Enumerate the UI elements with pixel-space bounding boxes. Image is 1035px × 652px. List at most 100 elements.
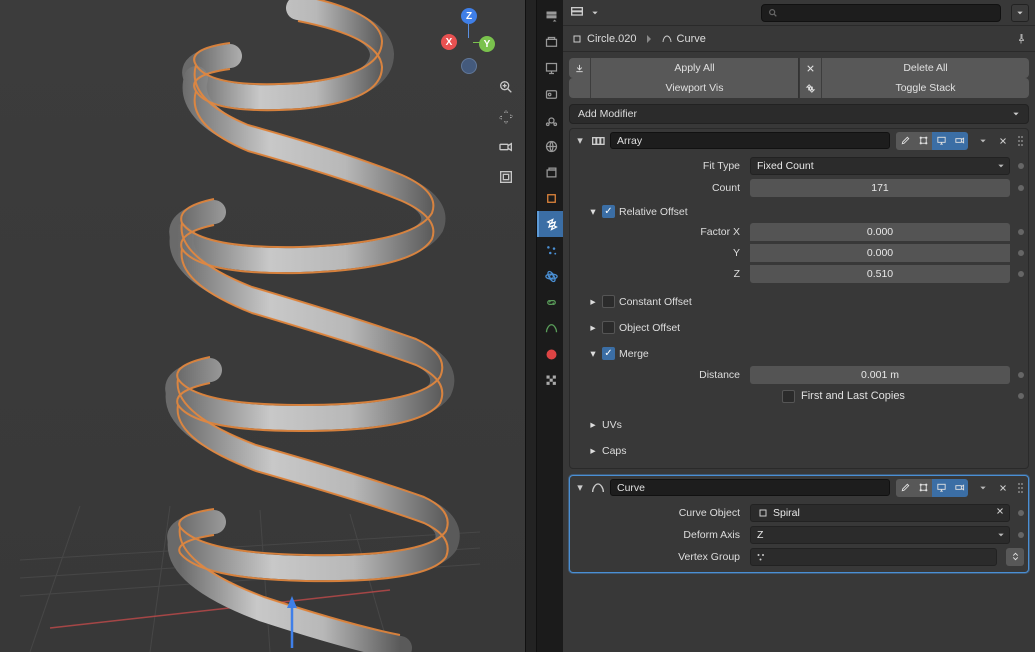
- curve-object-field[interactable]: Spiral: [750, 504, 1010, 522]
- tab-collection[interactable]: [537, 159, 563, 185]
- options-dropdown[interactable]: [1011, 4, 1029, 22]
- add-modifier-dropdown[interactable]: Add Modifier: [569, 104, 1029, 124]
- zoom-icon[interactable]: [495, 76, 517, 98]
- curve-delete-button[interactable]: [996, 479, 1010, 497]
- curve-toggle-editmode[interactable]: [914, 479, 932, 497]
- pin-icon[interactable]: [1015, 33, 1027, 45]
- perspective-toggle-icon[interactable]: [495, 166, 517, 188]
- array-toggle-edit-cage[interactable]: [896, 132, 914, 150]
- factor-z-label: Z: [598, 268, 744, 280]
- anim-dot[interactable]: [1018, 185, 1024, 191]
- delete-all-button[interactable]: Delete All: [800, 58, 1029, 78]
- tab-output[interactable]: [537, 55, 563, 81]
- array-toggle-editmode[interactable]: [914, 132, 932, 150]
- distance-field[interactable]: 0.001 m: [750, 366, 1010, 384]
- deform-axis-dropdown[interactable]: Z: [750, 526, 1010, 544]
- count-label: Count: [574, 182, 744, 194]
- anim-dot[interactable]: [1018, 532, 1024, 538]
- caps-header[interactable]: ▸Caps: [588, 441, 1024, 460]
- properties-editor-icon[interactable]: [569, 5, 585, 21]
- factor-x-field[interactable]: 0.000: [750, 223, 1010, 241]
- tab-modifiers[interactable]: [537, 211, 563, 237]
- curve-object-icon: [757, 507, 769, 519]
- first-last-label: First and Last Copies: [801, 390, 905, 402]
- gizmo-axis-y[interactable]: Y: [479, 36, 495, 52]
- pan-icon[interactable]: [495, 106, 517, 128]
- relative-offset-header[interactable]: ▾ Relative Offset: [588, 202, 1024, 221]
- curve-toggle-edit-cage[interactable]: [896, 479, 914, 497]
- fit-type-dropdown[interactable]: Fixed Count: [750, 157, 1010, 175]
- relative-offset-checkbox[interactable]: [602, 205, 615, 218]
- apply-all-button[interactable]: Apply All: [569, 58, 799, 78]
- viewport-vis-button[interactable]: Viewport Vis: [569, 78, 799, 98]
- vertex-group-label: Vertex Group: [574, 551, 744, 563]
- editor-type-chevron-icon[interactable]: [591, 7, 599, 19]
- curve-extras-dropdown[interactable]: [976, 479, 990, 497]
- anim-dot[interactable]: [1018, 271, 1024, 277]
- tab-viewlayer[interactable]: [537, 81, 563, 107]
- anim-dot[interactable]: [1018, 510, 1024, 516]
- editor-type-dropdown-icon[interactable]: [537, 3, 563, 29]
- merge-checkbox[interactable]: [602, 347, 615, 360]
- object-offset-header[interactable]: ▸ Object Offset: [588, 318, 1024, 337]
- tab-particles[interactable]: [537, 237, 563, 263]
- anim-dot[interactable]: [1018, 393, 1024, 399]
- array-delete-button[interactable]: [996, 132, 1010, 150]
- curve-data-icon: [661, 33, 673, 45]
- array-disclose[interactable]: ▾: [574, 134, 586, 147]
- breadcrumb-data: Curve: [677, 33, 706, 45]
- vertex-group-invert[interactable]: [1006, 548, 1024, 566]
- curve-toggle-render[interactable]: [950, 479, 968, 497]
- viewport-canvas: [0, 0, 525, 652]
- merge-header[interactable]: ▾ Merge: [588, 344, 1024, 363]
- tab-scene[interactable]: [537, 107, 563, 133]
- array-name-input[interactable]: [610, 132, 890, 149]
- modifier-array: ▾ Fit Type Fixed Count Count 171: [569, 128, 1029, 469]
- tab-texture[interactable]: [537, 367, 563, 393]
- tab-data[interactable]: [537, 315, 563, 341]
- clear-curve-object[interactable]: [995, 506, 1005, 519]
- constant-offset-header[interactable]: ▸ Constant Offset: [588, 292, 1024, 311]
- gizmo-axis-neg-z[interactable]: [461, 58, 477, 74]
- gizmo-axis-x[interactable]: X: [441, 34, 457, 50]
- array-drag-handle[interactable]: [1014, 136, 1024, 146]
- factor-y-field[interactable]: 0.000: [750, 244, 1010, 262]
- gizmo-axis-z[interactable]: Z: [461, 8, 477, 24]
- anim-dot[interactable]: [1018, 163, 1024, 169]
- curve-object-label: Curve Object: [574, 507, 744, 519]
- tab-object[interactable]: [537, 185, 563, 211]
- factor-y-label: Y: [598, 247, 744, 259]
- viewport-3d[interactable]: Z X Y: [0, 0, 525, 652]
- object-offset-checkbox[interactable]: [602, 321, 615, 334]
- curve-name-input[interactable]: [610, 479, 890, 496]
- factor-z-field[interactable]: 0.510: [750, 265, 1010, 283]
- area-divider[interactable]: [525, 0, 537, 652]
- array-toggle-realtime[interactable]: [932, 132, 950, 150]
- modifier-curve: ▾ Curve Object Spiral: [569, 475, 1029, 573]
- anim-dot[interactable]: [1018, 250, 1024, 256]
- array-extras-dropdown[interactable]: [976, 132, 990, 150]
- uvs-header[interactable]: ▸UVs: [588, 415, 1024, 434]
- camera-view-icon[interactable]: [495, 136, 517, 158]
- constant-offset-checkbox[interactable]: [602, 295, 615, 308]
- anim-dot[interactable]: [1018, 229, 1024, 235]
- first-last-checkbox[interactable]: [782, 390, 795, 403]
- curve-disclose[interactable]: ▾: [574, 481, 586, 494]
- curve-drag-handle[interactable]: [1014, 483, 1024, 493]
- tab-material[interactable]: [537, 341, 563, 367]
- array-toggle-render[interactable]: [950, 132, 968, 150]
- curve-icon: [590, 480, 606, 496]
- search-input[interactable]: [761, 4, 1001, 22]
- curve-toggle-realtime[interactable]: [932, 479, 950, 497]
- toggle-stack-button[interactable]: Toggle Stack: [800, 78, 1029, 98]
- anim-dot[interactable]: [1018, 372, 1024, 378]
- count-field[interactable]: 171: [750, 179, 1010, 197]
- navigation-gizmo[interactable]: Z X Y: [431, 6, 505, 80]
- tab-render[interactable]: [537, 29, 563, 55]
- chevron-right-icon: [643, 33, 655, 45]
- tab-physics[interactable]: [537, 263, 563, 289]
- fit-type-label: Fit Type: [574, 160, 744, 172]
- tab-constraints[interactable]: [537, 289, 563, 315]
- vertex-group-field[interactable]: [750, 548, 997, 566]
- tab-world[interactable]: [537, 133, 563, 159]
